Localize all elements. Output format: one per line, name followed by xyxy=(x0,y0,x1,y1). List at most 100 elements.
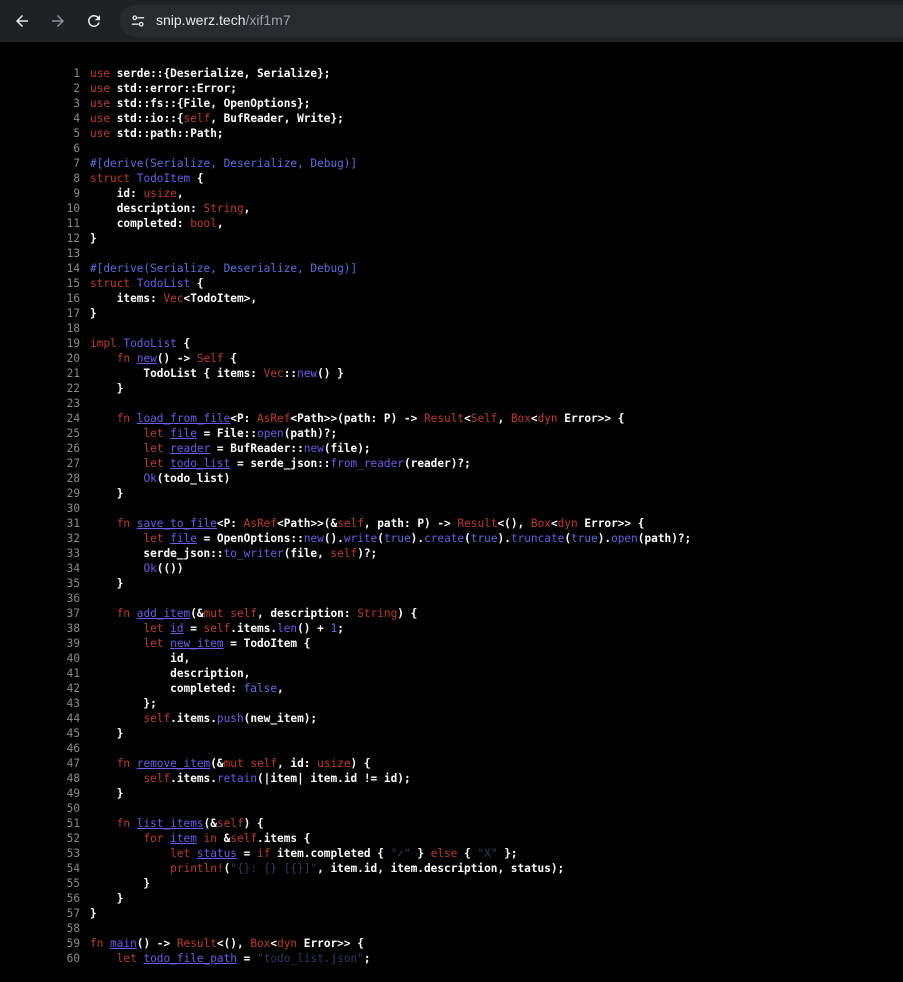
code-line: 6 xyxy=(52,141,691,156)
code-token: let xyxy=(143,532,164,545)
line-number: 6 xyxy=(73,142,80,155)
line-source: use std::path::Path; xyxy=(90,126,224,141)
code-line: 1 use serde::{Deserialize, Serialize}; xyxy=(52,66,691,81)
code-token: status xyxy=(196,847,237,860)
line-number: 56 xyxy=(66,892,80,905)
code-token: } xyxy=(90,307,97,320)
code-token: self xyxy=(143,772,171,785)
code-token: to_writer xyxy=(223,547,284,560)
line-source: description: String, xyxy=(90,201,251,216)
code-token: ( xyxy=(377,532,384,545)
code-token: completed: xyxy=(90,217,191,230)
line-source: } xyxy=(90,381,124,396)
code-token: }; xyxy=(90,697,157,710)
code-token: self xyxy=(143,712,171,725)
line-source: fn main() -> Result<(), Box<dyn Error>> … xyxy=(90,936,364,951)
code-token: description, xyxy=(90,667,251,680)
line-source: impl TodoList { xyxy=(90,336,190,351)
code-token: } xyxy=(90,907,97,920)
code-token: main xyxy=(110,937,137,950)
code-token: (path)?; xyxy=(283,427,338,440)
code-line: 31 fn save_to_file<P: AsRef<Path>>(&self… xyxy=(52,516,691,531)
code-token: = TodoItem { xyxy=(223,637,311,650)
code-snippet: 1 use serde::{Deserialize, Serialize}; 2 us… xyxy=(52,66,692,966)
code-token: .items. xyxy=(230,622,278,635)
reload-icon xyxy=(87,14,100,27)
code-token: < xyxy=(550,517,558,530)
code-token: Error>> { xyxy=(557,412,625,425)
code-token: truncate xyxy=(510,532,565,545)
code-token: , xyxy=(243,202,251,215)
code-line: 17} xyxy=(52,306,691,321)
code-token: dyn xyxy=(277,937,298,950)
code-token: impl xyxy=(90,337,117,350)
code-line: 14 #[derive(Serialize, Deserialize, Debug… xyxy=(52,261,691,276)
line-number: 40 xyxy=(66,652,80,665)
code-line: 33 serde_json::to_writer(file, self)?; xyxy=(52,546,691,561)
line-source: use std::io::{self, BufReader, Write}; xyxy=(90,111,344,126)
code-token: description: xyxy=(90,202,204,215)
line-source: id: usize, xyxy=(90,186,184,201)
code-token: ) { xyxy=(397,607,418,620)
site-settings-icon[interactable] xyxy=(128,11,148,31)
code-token: Result xyxy=(457,517,498,530)
code-token: Error>> { xyxy=(577,517,645,530)
code-token: fn xyxy=(116,817,131,830)
line-number: 12 xyxy=(66,232,80,245)
code-line: 18 xyxy=(52,321,691,336)
reload-button[interactable] xyxy=(82,9,106,33)
code-token: (file, xyxy=(283,547,331,560)
line-source: self.items.retain(|item| item.id != id); xyxy=(90,771,410,786)
line-number: 54 xyxy=(66,862,80,875)
line-source: fn load_from_file<P: AsRef<Path>>(path: … xyxy=(90,411,625,426)
forward-button[interactable] xyxy=(46,9,70,33)
back-button[interactable] xyxy=(10,9,34,33)
url-text[interactable]: snip.werz.tech/xif1m7 xyxy=(156,12,291,28)
line-source: let file = OpenOptions::new().write(true… xyxy=(90,531,691,546)
code-token: true xyxy=(383,532,411,545)
code-token: self xyxy=(250,757,278,770)
code-token: struct xyxy=(90,172,131,185)
code-token: (& xyxy=(203,817,217,830)
code-token: add_item xyxy=(136,607,191,620)
url-host: snip.werz.tech xyxy=(156,12,246,28)
code-token: usize xyxy=(143,187,177,200)
code-line: 41 description, xyxy=(52,666,691,681)
code-token: dyn xyxy=(537,412,558,425)
code-token: item xyxy=(170,832,197,845)
code-line: 20 fn new() -> Self { xyxy=(52,351,691,366)
line-source: fn list_items(&self) { xyxy=(90,816,264,831)
code-token: (()) xyxy=(156,562,184,575)
address-bar[interactable]: snip.werz.tech/xif1m7 xyxy=(120,5,903,37)
code-token: (& xyxy=(210,757,224,770)
line-number: 20 xyxy=(66,352,80,365)
code-token: serde::{Deserialize, Serialize}; xyxy=(110,67,331,80)
code-token: { xyxy=(190,277,204,290)
code-token: () } xyxy=(317,367,344,380)
code-token: self xyxy=(216,817,244,830)
code-token: Vec xyxy=(163,292,184,305)
code-token: in xyxy=(203,832,217,845)
code-line: 30 xyxy=(52,501,691,516)
code-line: 42 completed: false, xyxy=(52,681,691,696)
line-number: 14 xyxy=(66,262,80,275)
code-token: Box xyxy=(510,412,531,425)
code-line: 40 id, xyxy=(52,651,691,666)
code-token: create xyxy=(424,532,465,545)
code-token: <(), xyxy=(216,937,251,950)
code-token: <(), xyxy=(497,517,531,530)
code-token: = xyxy=(183,622,204,635)
code-token: , id: xyxy=(277,757,318,770)
code-line: 2 use std::error::Error; xyxy=(52,81,691,96)
code-line: 27 let todo_list = serde_json::from_read… xyxy=(52,456,691,471)
line-source: } xyxy=(90,906,97,921)
code-token: save_to_file xyxy=(136,517,217,530)
code-line: 16 items: Vec<TodoItem>, xyxy=(52,291,691,306)
